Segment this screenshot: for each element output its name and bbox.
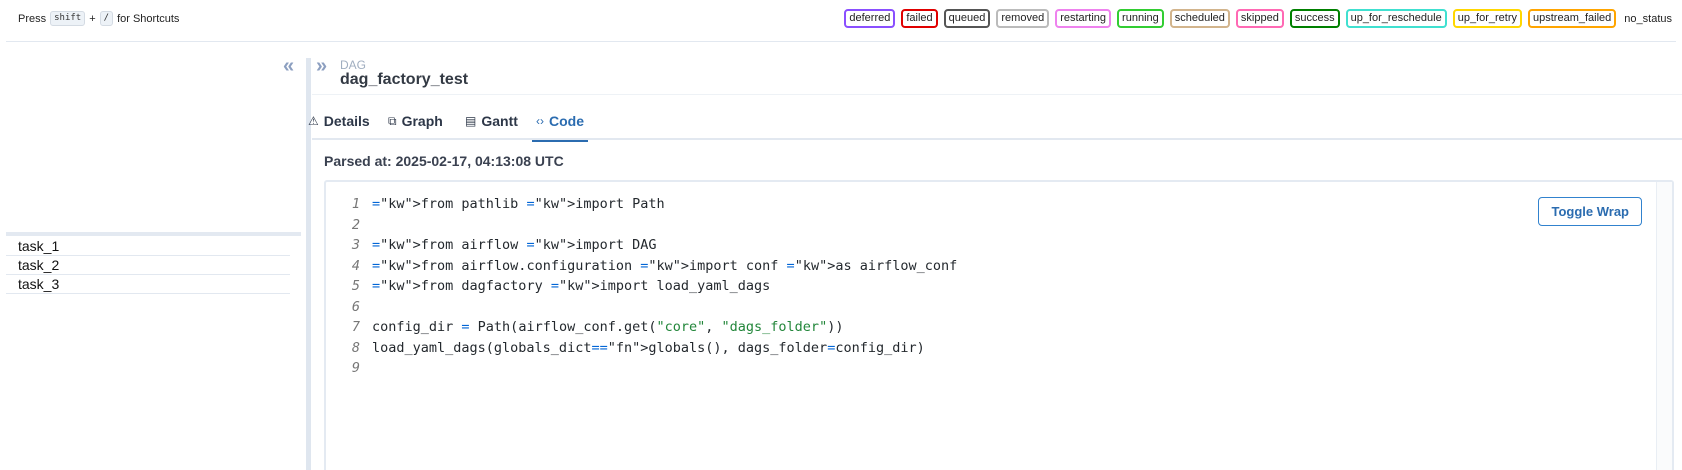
- legend-failed[interactable]: failed: [901, 9, 938, 28]
- code-text: config_dir = Path(airflow_conf.get("core…: [372, 319, 844, 335]
- grid-panel: « task_1 task_2 task_3: [0, 42, 303, 470]
- line-number: 9: [351, 360, 360, 376]
- legend-up-for-retry[interactable]: up_for_retry: [1452, 9, 1523, 28]
- legend-deferred[interactable]: deferred: [844, 9, 896, 28]
- code-line: 2: [334, 215, 957, 236]
- code-text: ="kw">from airflow.configuration ="kw">i…: [372, 257, 958, 274]
- code-line: 1 ="kw">from pathlib ="kw">import Path: [334, 194, 957, 215]
- line-number: 5: [351, 278, 360, 294]
- tab-gantt[interactable]: ▤ Gantt: [461, 102, 522, 140]
- task-list-header: [6, 232, 301, 236]
- code-line: 3 ="kw">from airflow ="kw">import DAG: [334, 235, 957, 256]
- shift-key: shift: [50, 11, 86, 26]
- code-line: 8 load_yaml_dags(globals_dict=="fn">globa…: [334, 338, 957, 359]
- slash-key: /: [99, 11, 114, 26]
- code-text: ="kw">from airflow ="kw">import DAG: [372, 237, 657, 253]
- expand-details-icon[interactable]: »: [316, 56, 327, 76]
- legend-scheduled[interactable]: scheduled: [1169, 9, 1230, 28]
- legend-queued[interactable]: queued: [943, 9, 991, 28]
- parsed-at-text: Parsed at: 2025-02-17, 04:13:08 UTC: [324, 153, 564, 169]
- task-row-task-2[interactable]: task_2: [6, 256, 290, 275]
- line-number: 4: [351, 257, 360, 274]
- tab-bar: ⚠ Details ⧉ Graph ▤ Gantt ‹› Code: [308, 102, 1682, 142]
- gantt-icon: ▤: [465, 114, 477, 128]
- code-lines: 1 ="kw">from pathlib ="kw">import Path 2 …: [334, 194, 957, 379]
- breadcrumb-kicker: DAG: [340, 58, 367, 72]
- line-number: 2: [351, 216, 360, 233]
- legend-removed[interactable]: removed: [996, 9, 1050, 28]
- code-icon: ‹›: [536, 114, 544, 128]
- code-line: 6: [334, 297, 957, 318]
- details-panel: » DAG dag_factory_test ⚠ Details ⧉ Graph…: [308, 42, 1682, 470]
- code-line: 9: [334, 358, 957, 379]
- top-bar: Press shift + / for Shortcuts deferred f…: [0, 0, 1682, 38]
- shortcut-hint-suffix: for Shortcuts: [117, 12, 180, 25]
- tab-gantt-label: Gantt: [481, 113, 518, 129]
- shortcut-hint: Press shift + / for Shortcuts: [18, 11, 179, 26]
- legend-running[interactable]: running: [1117, 9, 1164, 28]
- code-text: ="kw">from dagfactory ="kw">import load_…: [372, 278, 771, 294]
- warning-icon: ⚠: [308, 114, 319, 128]
- legend-restarting[interactable]: restarting: [1055, 9, 1112, 28]
- legend-success[interactable]: success: [1289, 9, 1340, 28]
- line-number: 6: [351, 298, 360, 315]
- code-scrollbar[interactable]: [1656, 182, 1672, 470]
- legend-up-for-reschedule[interactable]: up_for_reschedule: [1345, 9, 1447, 28]
- tab-code-label: Code: [549, 113, 584, 129]
- legend-upstream-failed[interactable]: upstream_failed: [1528, 9, 1617, 28]
- line-number: 7: [351, 319, 360, 335]
- collapse-grid-icon[interactable]: «: [283, 56, 294, 76]
- tab-details-label: Details: [323, 113, 370, 129]
- task-list: task_1 task_2 task_3: [6, 237, 290, 294]
- task-row-task-3[interactable]: task_3: [6, 275, 290, 294]
- code-line: 4 ="kw">from airflow.configuration ="kw">…: [334, 256, 957, 277]
- code-line: 5 ="kw">from dagfactory ="kw">import load…: [334, 276, 957, 297]
- graph-icon: ⧉: [388, 113, 397, 128]
- code-line: 7 config_dir = Path(airflow_conf.get("cor…: [334, 317, 957, 338]
- tab-details[interactable]: ⚠ Details: [304, 102, 374, 140]
- line-number: 8: [351, 339, 360, 356]
- shortcut-hint-prefix: Press: [18, 12, 47, 25]
- line-number: 1: [351, 196, 360, 212]
- code-viewer[interactable]: 1 ="kw">from pathlib ="kw">import Path 2 …: [324, 180, 1674, 470]
- tab-graph[interactable]: ⧉ Graph: [384, 102, 447, 140]
- task-row-task-1[interactable]: task_1: [6, 237, 290, 256]
- code-text: ="kw">from pathlib ="kw">import Path: [372, 196, 665, 212]
- tab-code[interactable]: ‹› Code: [532, 102, 588, 142]
- header-divider: [312, 94, 1682, 95]
- tab-graph-label: Graph: [401, 113, 443, 129]
- dag-id-title[interactable]: dag_factory_test: [340, 71, 468, 89]
- toggle-wrap-button[interactable]: Toggle Wrap: [1538, 197, 1642, 226]
- state-legend: deferred failed queued removed restartin…: [844, 9, 1674, 28]
- line-number: 3: [351, 237, 360, 253]
- code-text: load_yaml_dags(globals_dict=="fn">global…: [372, 339, 925, 356]
- plus-sign: +: [89, 12, 96, 25]
- legend-skipped[interactable]: skipped: [1235, 9, 1284, 28]
- legend-no-status[interactable]: no_status: [1622, 10, 1674, 28]
